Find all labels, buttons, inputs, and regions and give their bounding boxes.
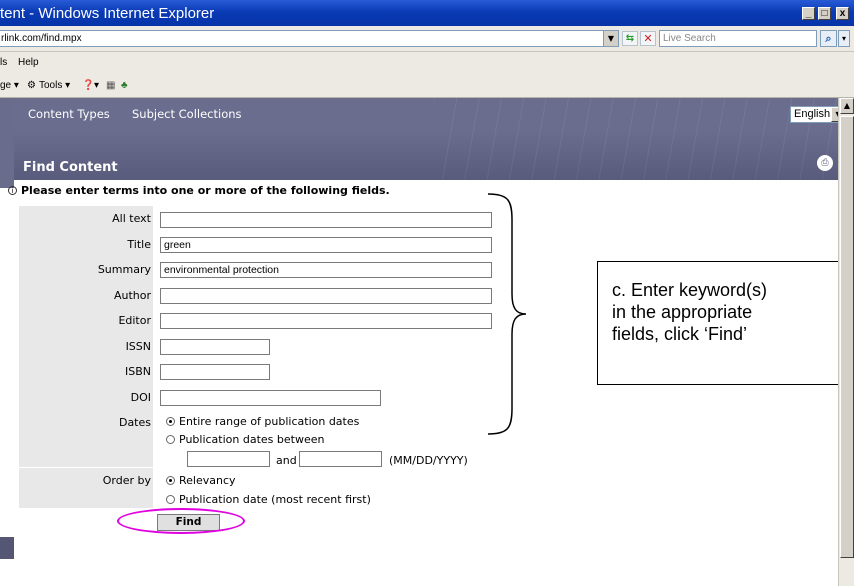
left-edge-strip: [0, 98, 14, 188]
url-dropdown-icon[interactable]: ▼: [603, 30, 619, 47]
scrollbar-thumb[interactable]: [840, 116, 854, 558]
author-label: Author: [113, 289, 151, 302]
menu-bar: ls Help: [0, 52, 854, 74]
issn-label: ISSN: [125, 340, 151, 353]
radio-selected-icon[interactable]: [166, 476, 175, 485]
live-search-input[interactable]: Live Search: [659, 30, 817, 47]
help-icon[interactable]: ❓: [82, 80, 94, 91]
info-icon: i: [8, 186, 17, 195]
callout-line-2: in the appropriate: [612, 302, 753, 322]
dates-label: Dates: [118, 416, 151, 429]
callout-line-1: c. Enter keyword(s): [612, 280, 768, 300]
tools-gear-icon[interactable]: ⚙: [27, 80, 36, 91]
title-field[interactable]: green: [160, 237, 492, 253]
radio-icon[interactable]: [166, 495, 175, 504]
site-header: Content Types Subject Collections Englis…: [14, 98, 838, 180]
print-icon[interactable]: ⎙: [817, 155, 833, 171]
window-title: tent - Windows Internet Explorer: [0, 5, 215, 22]
dates-between-label: Publication dates between: [179, 433, 325, 446]
editor-label: Editor: [118, 314, 151, 327]
messenger-icon[interactable]: ♣: [121, 80, 128, 91]
instruction-text: i Please enter terms into one or more of …: [8, 184, 390, 197]
dates-all-option[interactable]: Entire range of publication dates: [166, 415, 359, 428]
help-menu[interactable]: ▾: [94, 80, 99, 91]
issn-field[interactable]: [160, 339, 270, 355]
order-by-label: Order by: [102, 474, 151, 487]
summary-label: Summary: [97, 263, 151, 276]
author-field[interactable]: [160, 288, 492, 304]
editor-field[interactable]: [160, 313, 492, 329]
header-pattern: [434, 98, 838, 180]
instruction-callout: c. Enter keyword(s) in the appropriate f…: [597, 261, 854, 385]
date-format-hint: (MM/DD/YYYY): [389, 454, 468, 467]
command-bar: ge ▾ ⚙ Tools ▾ ❓ ▾ ▦ ♣: [0, 74, 854, 98]
left-edge-strip-lower: [0, 537, 14, 559]
minimize-button[interactable]: _: [802, 7, 815, 20]
order-relevancy-label: Relevancy: [179, 474, 236, 487]
window-title-bar: tent - Windows Internet Explorer _ □ x: [0, 0, 854, 26]
url-field[interactable]: rlink.com/find.mpx: [0, 30, 611, 47]
radio-icon[interactable]: [166, 435, 175, 444]
summary-field[interactable]: environmental protection: [160, 262, 492, 278]
refresh-icon[interactable]: ⇆: [622, 31, 638, 46]
dates-between-option[interactable]: Publication dates between: [166, 433, 324, 446]
order-relevancy-option[interactable]: Relevancy: [166, 474, 236, 487]
search-icon[interactable]: ⌕: [820, 30, 837, 47]
menu-tools[interactable]: ls: [0, 57, 7, 68]
date-from-field[interactable]: [187, 451, 270, 467]
instruction-label: Please enter terms into one or more of t…: [21, 184, 390, 197]
doi-field[interactable]: [160, 390, 381, 406]
date-to-field[interactable]: [299, 451, 382, 467]
chevron-down-icon[interactable]: ▼: [831, 107, 838, 122]
page-title: Find Content: [23, 160, 118, 175]
search-options-icon[interactable]: ▾: [838, 30, 850, 47]
doi-label: DOI: [130, 391, 151, 404]
order-date-label: Publication date (most recent first): [179, 493, 371, 506]
order-date-option[interactable]: Publication date (most recent first): [166, 493, 371, 506]
all-text-field[interactable]: [160, 212, 492, 228]
all-text-label: All text: [112, 212, 151, 225]
callout-line-3: fields, click ‘Find’: [612, 324, 748, 344]
research-icon[interactable]: ▦: [106, 80, 115, 91]
address-bar: rlink.com/find.mpx ▼ ⇆ ✕ Live Search ⌕ ▾: [0, 26, 854, 52]
and-label: and: [276, 454, 297, 467]
page-menu[interactable]: ge ▾: [0, 80, 19, 91]
highlight-ellipse: [117, 508, 245, 534]
isbn-label: ISBN: [124, 365, 151, 378]
dates-all-label: Entire range of publication dates: [179, 415, 360, 428]
close-button[interactable]: x: [836, 7, 849, 20]
stop-icon[interactable]: ✕: [640, 31, 656, 46]
tools-menu[interactable]: Tools ▾: [39, 80, 70, 91]
title-label: Title: [127, 238, 151, 251]
nav-subject-collections[interactable]: Subject Collections: [132, 107, 242, 121]
vertical-scrollbar[interactable]: ▲: [838, 98, 854, 586]
bracket-annotation: [487, 193, 527, 435]
nav-content-types[interactable]: Content Types: [28, 107, 110, 121]
isbn-field[interactable]: [160, 364, 270, 380]
scroll-up-icon[interactable]: ▲: [840, 98, 854, 114]
radio-selected-icon[interactable]: [166, 417, 175, 426]
maximize-button[interactable]: □: [818, 7, 831, 20]
menu-help[interactable]: Help: [18, 57, 39, 68]
